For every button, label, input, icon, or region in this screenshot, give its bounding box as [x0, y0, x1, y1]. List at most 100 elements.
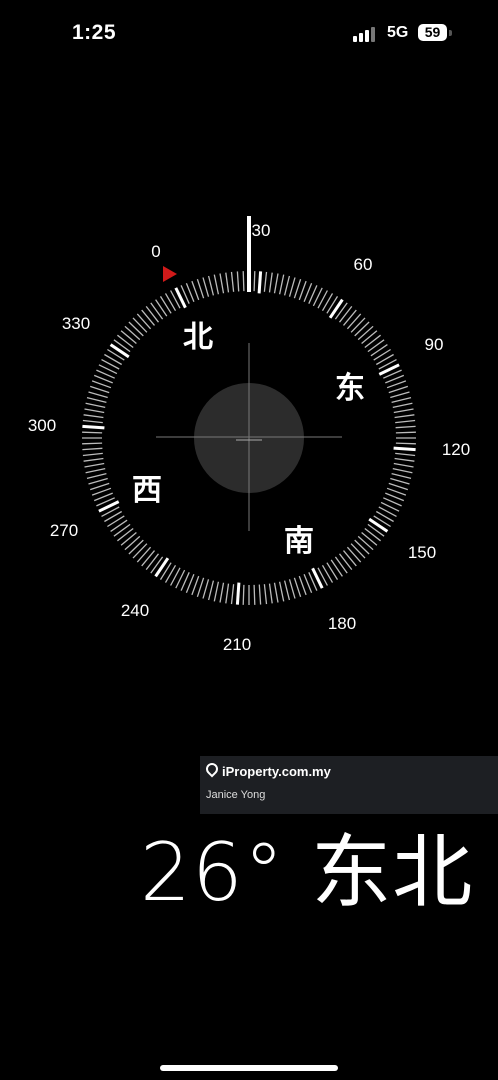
compass-tick [386, 487, 407, 496]
compass-tick [391, 396, 412, 404]
compass-tick [330, 559, 343, 577]
compass-tick [113, 523, 131, 537]
compass-tick [191, 575, 200, 596]
compass-tick [124, 325, 141, 341]
compass-tick [109, 343, 130, 359]
north-indicator-icon [163, 266, 177, 282]
compass-tick [263, 584, 268, 605]
watermark-overlay: iProperty.com.my Janice Yong [200, 756, 498, 814]
compass-tick [357, 535, 374, 551]
compass-tick [373, 348, 391, 361]
compass-tick [120, 330, 137, 344]
compass-tick [283, 275, 291, 296]
compass-tick [253, 271, 256, 292]
compass-tick [354, 539, 370, 555]
compass-tick [85, 467, 106, 474]
compass-tick [343, 550, 357, 567]
compass-tick [202, 579, 210, 599]
compass-tick [82, 447, 103, 451]
home-indicator[interactable] [160, 1065, 338, 1071]
compass-tick [346, 546, 362, 563]
cardinal-north: 北 [183, 320, 213, 355]
compass-tick [328, 298, 344, 319]
watermark-brand: iProperty.com.my [203, 760, 331, 779]
compass-tick [388, 385, 409, 394]
cardinal-east: 东 [335, 371, 365, 406]
compass-tick [82, 442, 103, 445]
compass-tick [191, 280, 200, 301]
compass-tick [395, 431, 416, 434]
compass-tick [257, 271, 263, 294]
degree-label-150: 150 [408, 543, 436, 562]
compass-tick [268, 272, 273, 293]
compass-tick [117, 334, 134, 349]
compass-tick [354, 321, 370, 337]
compass-tick [394, 457, 415, 462]
compass-tick [298, 280, 307, 301]
degree-label-60: 60 [354, 255, 373, 274]
compass-tick [207, 275, 215, 296]
compass-tick [278, 581, 285, 602]
compass-tick [392, 402, 413, 409]
compass-tick [86, 472, 107, 480]
compass-tick [288, 579, 296, 599]
compass-tick [391, 472, 412, 480]
compass-tick [207, 580, 215, 601]
compass-tick [367, 339, 385, 353]
heading-degrees: 26° [140, 826, 285, 919]
compass-tick [120, 532, 137, 546]
compass-tick [386, 380, 407, 389]
compass-tick [253, 584, 256, 605]
compass-tick [258, 584, 262, 605]
compass-tick [196, 278, 205, 299]
compass-tick [283, 580, 291, 601]
compass-tick [368, 517, 389, 533]
compass-tick [82, 424, 105, 430]
compass-tick [273, 582, 279, 603]
degree-label-30: 30 [252, 221, 271, 240]
compass-tick [141, 550, 155, 567]
compass-tick [136, 313, 152, 330]
compass-tick [338, 553, 353, 570]
compass-tick [395, 425, 416, 429]
compass-tick [273, 273, 279, 294]
compass-tick [91, 380, 112, 389]
watermark-brand-text: iProperty.com.my [222, 764, 331, 779]
compass-tick [124, 535, 141, 551]
heading-readout: 26° 东北 [140, 808, 473, 924]
compass-tick [150, 302, 164, 320]
compass-tick [159, 296, 172, 314]
degree-label-90: 90 [425, 335, 444, 354]
compass-tick [236, 271, 240, 292]
degree-label-210: 210 [223, 635, 251, 654]
compass-tick [395, 452, 416, 457]
compass-tick [361, 330, 378, 344]
compass-tick [84, 462, 105, 468]
compass-tick [343, 309, 357, 326]
heading-direction: 东北 [311, 826, 474, 919]
compass-tick [357, 325, 374, 341]
compass-tick [128, 539, 144, 555]
compass-tick [326, 562, 339, 580]
compass-tick [89, 385, 110, 394]
compass-tick [196, 577, 205, 598]
compass-tick [88, 391, 108, 399]
compass-tick [395, 442, 416, 445]
compass-tick [84, 408, 105, 414]
compass-tick [132, 317, 148, 333]
compass-tick [364, 334, 381, 349]
compass-tick [82, 431, 103, 434]
watermark-agent: Janice Yong [206, 789, 266, 801]
compass-tick [393, 408, 414, 414]
compass-tick [361, 532, 378, 546]
compass-tick [364, 527, 381, 542]
compass-tick [350, 543, 366, 559]
compass-tick [110, 519, 128, 532]
compass-tick [107, 515, 125, 528]
compass-dial[interactable]: 0 30 60 90 120 150 180 210 240 270 300 3… [0, 0, 498, 720]
compass-tick [219, 273, 225, 294]
compass-tick [213, 581, 220, 602]
compass-tick [88, 477, 108, 485]
compass-tick [230, 584, 235, 605]
compass-tick [132, 543, 148, 559]
